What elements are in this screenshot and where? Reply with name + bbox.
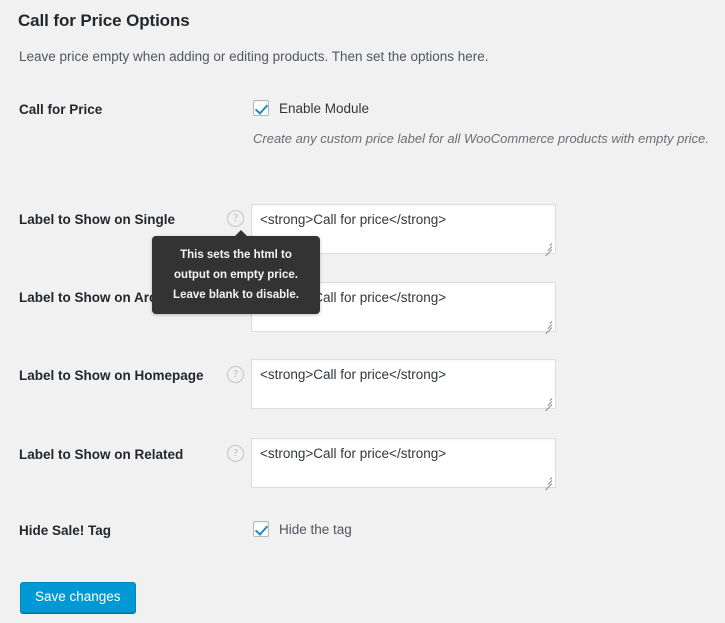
row-label-hide-sale-tag: Hide Sale! Tag <box>19 523 112 538</box>
row-label-single: Label to Show on Single <box>19 212 176 227</box>
settings-page: Call for Price Options Leave price empty… <box>0 0 725 623</box>
enable-module-description: Create any custom price label for all Wo… <box>253 131 709 146</box>
enable-module-checkbox-row[interactable]: Enable Module <box>253 100 369 116</box>
help-tooltip: This sets the html to output on empty pr… <box>152 229 320 315</box>
page-title: Call for Price Options <box>18 11 190 30</box>
hide-sale-tag-checkbox-row[interactable]: Hide the tag <box>253 521 352 537</box>
enable-module-label: Enable Module <box>279 100 370 116</box>
hide-sale-tag-label: Hide the tag <box>279 521 352 537</box>
save-changes-button[interactable]: Save changes <box>20 582 136 613</box>
help-circle-icon-homepage[interactable]: ? <box>227 366 244 383</box>
row-label-call-for-price: Call for Price <box>19 102 103 117</box>
row-label-homepage: Label to Show on Homepage <box>19 368 204 383</box>
hide-sale-tag-checkbox[interactable] <box>253 521 269 537</box>
enable-module-checkbox[interactable] <box>253 100 269 116</box>
help-circle-icon-related[interactable]: ? <box>227 445 244 462</box>
label-homepage-textarea[interactable] <box>251 359 556 409</box>
label-related-textarea[interactable] <box>251 438 556 488</box>
page-description: Leave price empty when adding or editing… <box>19 49 489 64</box>
row-label-related: Label to Show on Related <box>19 447 184 462</box>
help-circle-icon-single[interactable]: ? <box>227 210 244 227</box>
